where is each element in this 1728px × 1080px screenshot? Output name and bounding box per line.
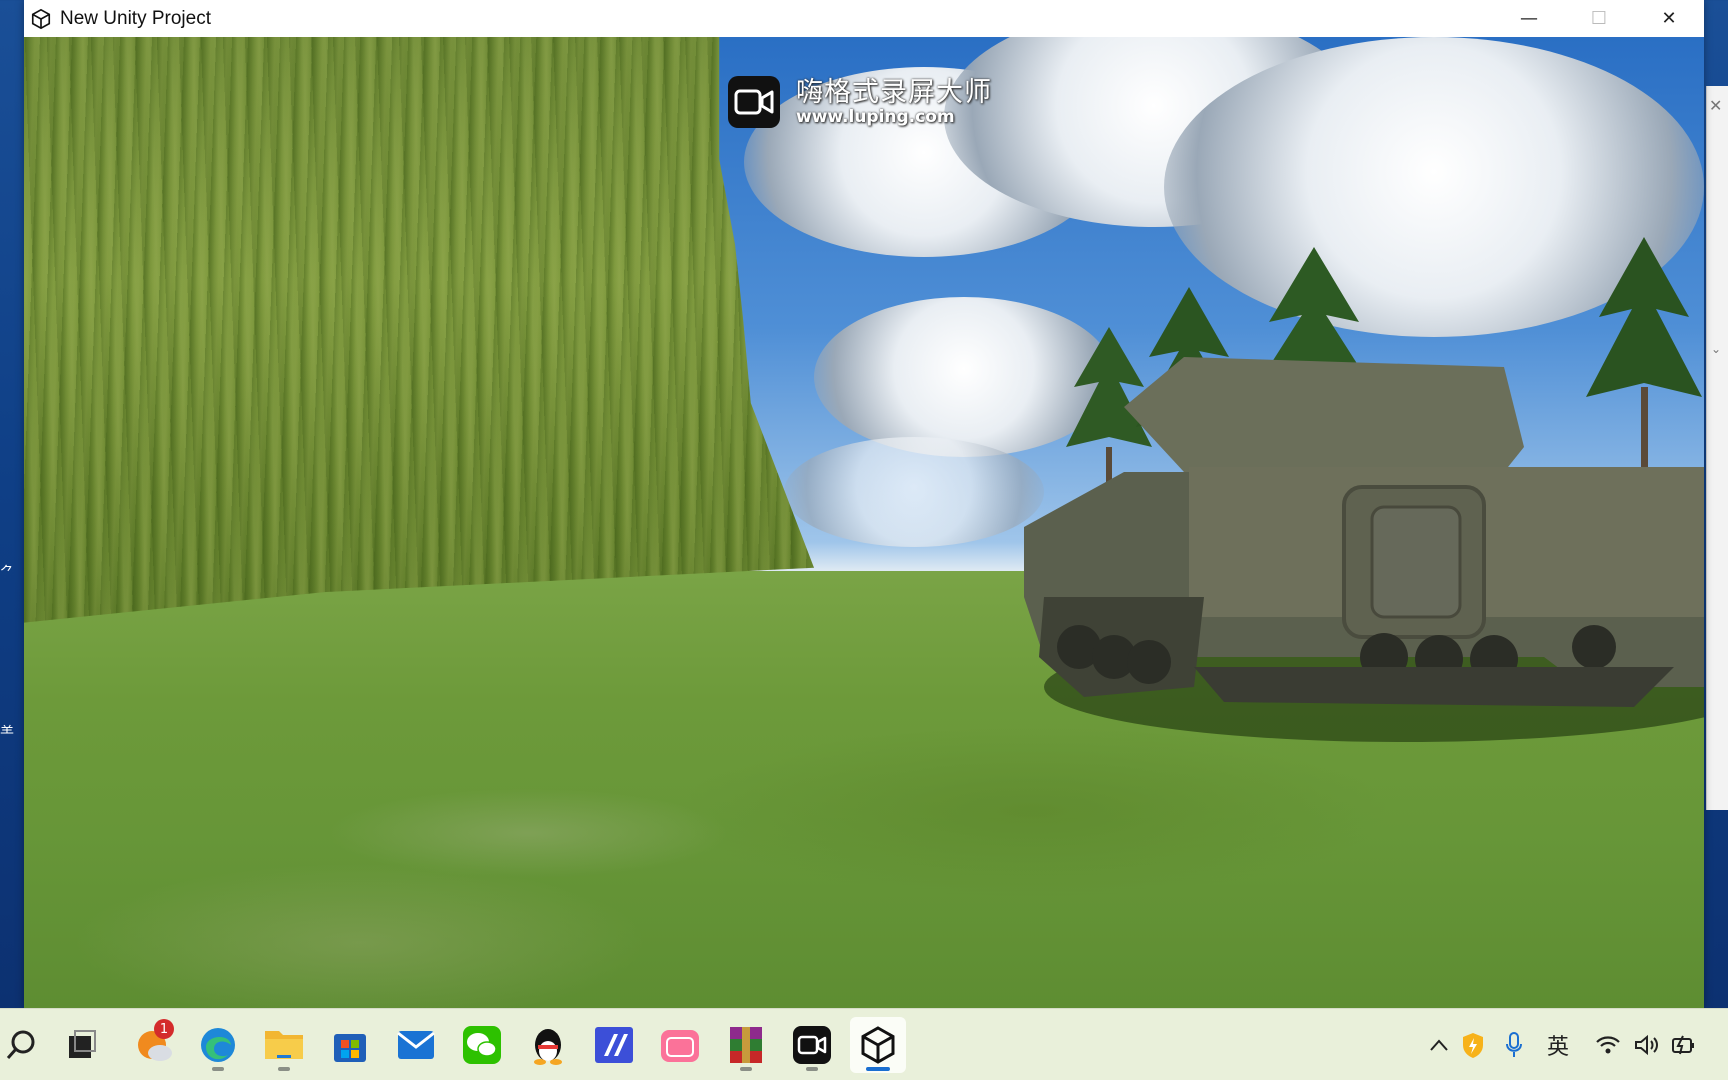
game-viewport[interactable]: 嗨格式录屏大师 www.luping.com — [24, 37, 1704, 1008]
tank-model — [1024, 357, 1704, 742]
taskbar-mail[interactable] — [388, 1017, 444, 1073]
microphone-tray-item[interactable] — [1492, 1009, 1536, 1080]
taskbar-qq[interactable] — [520, 1017, 576, 1073]
recorder-watermark: 嗨格式录屏大师 www.luping.com — [728, 74, 992, 130]
volume-tray-item[interactable] — [1630, 1009, 1664, 1080]
active-indicator — [866, 1067, 890, 1071]
running-indicator — [740, 1067, 752, 1071]
show-hidden-icons-button[interactable] — [1424, 1009, 1454, 1080]
edge-browser-icon — [201, 1028, 235, 1062]
unity-logo-icon — [31, 8, 51, 29]
battery-tray-item[interactable] — [1664, 1009, 1700, 1080]
taskbar-store[interactable] — [322, 1017, 378, 1073]
taskbar-screen-recorder[interactable] — [784, 1017, 840, 1073]
taskbar-wechat[interactable] — [454, 1017, 510, 1073]
mail-icon — [397, 1031, 435, 1059]
microphone-icon — [1506, 1032, 1522, 1057]
window-title: New Unity Project — [60, 7, 211, 29]
task-view-icon — [69, 1030, 96, 1058]
shield-icon — [1463, 1033, 1483, 1058]
maximize-icon: ☐ — [1590, 8, 1608, 29]
battery-charging-icon — [1672, 1035, 1694, 1055]
taskbar: 1 英 — [0, 1008, 1728, 1080]
notification-badge: 1 — [154, 1019, 174, 1039]
visual-studio-icon — [595, 1027, 633, 1063]
taskbar-edge[interactable] — [190, 1017, 246, 1073]
taskbar-weather[interactable]: 1 — [126, 1017, 182, 1073]
bilibili-icon — [661, 1030, 699, 1062]
game-window: New Unity Project — ☐ ✕ 嗨格式录屏大师 www.lupi… — [24, 0, 1704, 1008]
search-icon — [6, 1030, 35, 1059]
maximize-button[interactable]: ☐ — [1564, 0, 1634, 37]
close-icon: ✕ — [1661, 8, 1677, 29]
watermark-title: 嗨格式录屏大师 — [796, 77, 992, 108]
desktop-fragment-text: ⺈ — [0, 565, 14, 581]
chevron-down-icon: ⌄ — [1711, 342, 1722, 356]
input-method-indicator[interactable]: 英 — [1536, 1009, 1580, 1080]
security-tray-item[interactable] — [1454, 1009, 1492, 1080]
taskbar-task-view[interactable] — [54, 1017, 110, 1073]
close-button[interactable]: ✕ — [1634, 0, 1704, 37]
screen-recorder-icon — [793, 1026, 831, 1064]
taskbar-visual-studio[interactable] — [586, 1017, 642, 1073]
taskbar-search[interactable] — [0, 1017, 50, 1073]
minimize-button[interactable]: — — [1494, 0, 1564, 37]
microsoft-store-icon — [334, 1034, 366, 1062]
taskbar-unity[interactable] — [850, 1017, 906, 1073]
unity-icon — [861, 1026, 895, 1064]
chevron-up-icon — [1430, 1039, 1448, 1051]
file-explorer-icon — [265, 1031, 303, 1059]
running-indicator — [278, 1067, 290, 1071]
winrar-icon — [730, 1027, 762, 1063]
title-bar[interactable]: New Unity Project — ☐ ✕ — [24, 0, 1704, 37]
grassy-cliff — [24, 37, 814, 623]
speaker-icon — [1635, 1034, 1658, 1056]
taskbar-bilibili[interactable] — [652, 1017, 708, 1073]
wifi-icon — [1596, 1036, 1620, 1054]
running-indicator — [212, 1067, 224, 1071]
wifi-tray-item[interactable] — [1586, 1009, 1630, 1080]
wechat-icon — [463, 1026, 501, 1064]
background-window-edge: ✕ ⌄ — [1706, 86, 1728, 810]
video-camera-icon — [728, 76, 780, 128]
watermark-url: www.luping.com — [796, 107, 955, 127]
taskbar-file-explorer[interactable] — [256, 1017, 312, 1073]
taskbar-winrar[interactable] — [718, 1017, 774, 1073]
ime-label: 英 — [1546, 1035, 1569, 1060]
running-indicator — [806, 1067, 818, 1071]
minimize-icon: — — [1520, 8, 1538, 29]
close-icon: ✕ — [1709, 96, 1723, 115]
system-tray: 英 — [1424, 1009, 1700, 1080]
desktop-fragment-text: ⺷ — [0, 725, 14, 741]
qq-icon — [534, 1029, 562, 1065]
